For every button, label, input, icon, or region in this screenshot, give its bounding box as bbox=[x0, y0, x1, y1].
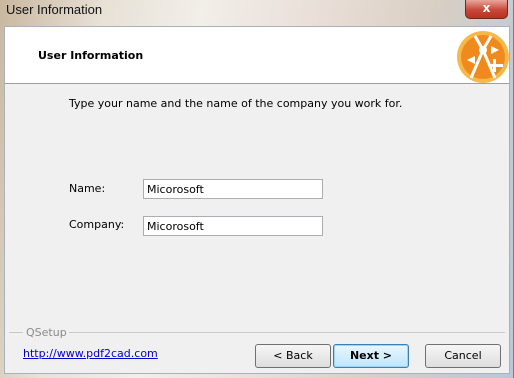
divider bbox=[69, 332, 505, 333]
instruction-text: Type your name and the name of the compa… bbox=[69, 97, 403, 110]
back-button[interactable]: < Back bbox=[255, 344, 331, 368]
divider bbox=[9, 332, 23, 333]
name-label: Name: bbox=[69, 182, 106, 195]
name-field[interactable]: Micorosoft bbox=[143, 179, 323, 199]
header-banner: User Information bbox=[5, 27, 509, 84]
window-title: User Information bbox=[6, 2, 103, 17]
page-title: User Information bbox=[38, 49, 144, 62]
company-label: Company: bbox=[69, 218, 125, 231]
website-link[interactable]: http://www.pdf2cad.com bbox=[23, 347, 158, 360]
close-icon: x bbox=[482, 1, 491, 15]
pdf2cad-logo-icon bbox=[457, 31, 509, 83]
company-field[interactable]: Micorosoft bbox=[143, 216, 323, 236]
title-bar[interactable]: User Information x bbox=[0, 0, 514, 24]
cancel-button[interactable]: Cancel bbox=[425, 344, 501, 368]
group-label: QSetup bbox=[26, 326, 67, 339]
setup-window: User Information x User Information Type… bbox=[0, 0, 514, 378]
next-button[interactable]: Next > bbox=[333, 344, 409, 368]
dialog-body: User Information Type your name and the … bbox=[4, 26, 510, 374]
close-button[interactable]: x bbox=[465, 0, 508, 19]
